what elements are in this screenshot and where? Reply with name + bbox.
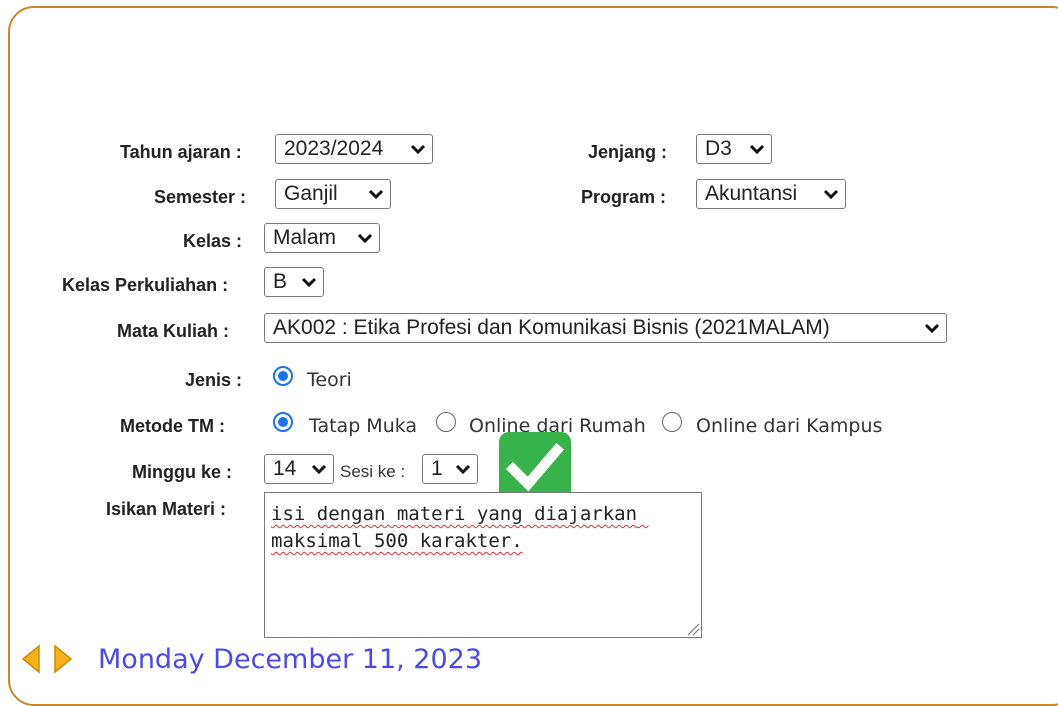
minggu-ke-label: Minggu ke :: [132, 462, 232, 482]
mata-kuliah-value: AK002 : Etika Profesi dan Komunikasi Bis…: [273, 316, 830, 339]
semester-label: Semester :: [154, 187, 247, 207]
radio-online-kampus-label[interactable]: Online dari Kampus: [696, 415, 882, 437]
semester-select[interactable]: Ganjil: [275, 179, 391, 209]
chevron-down-icon: [368, 189, 384, 200]
program-value: Akuntansi: [705, 182, 798, 205]
radio-online-rumah[interactable]: [436, 412, 456, 432]
program-label: Program :: [581, 187, 667, 207]
chevron-down-icon: [410, 144, 426, 155]
kelas-perkuliahan-value: B: [273, 270, 288, 293]
radio-tatap-muka-label[interactable]: Tatap Muka: [309, 415, 417, 437]
kelas-perkuliahan-select[interactable]: B: [264, 267, 324, 297]
minggu-ke-select[interactable]: 14: [264, 454, 334, 484]
sesi-ke-value: 1: [431, 457, 443, 480]
sesi-ke-label: Sesi ke :: [340, 462, 406, 481]
chevron-down-icon: [749, 144, 765, 155]
mata-kuliah-select[interactable]: AK002 : Etika Profesi dan Komunikasi Bis…: [264, 313, 947, 343]
radio-teori[interactable]: [273, 366, 293, 386]
chevron-down-icon: [311, 464, 327, 475]
program-select[interactable]: Akuntansi: [696, 179, 846, 209]
metode-tm-label: Metode TM :: [120, 416, 225, 436]
isikan-materi-label: Isikan Materi :: [106, 499, 227, 519]
materi-textarea[interactable]: isi dengan materi yang diajarkan maksima…: [264, 492, 702, 638]
semester-value: Ganjil: [284, 182, 338, 205]
chevron-down-icon: [357, 233, 373, 244]
chevron-down-icon: [455, 464, 471, 475]
mata-kuliah-label: Mata Kuliah :: [117, 321, 230, 341]
tahun-ajaran-value: 2023/2024: [284, 137, 384, 160]
radio-online-kampus[interactable]: [662, 412, 682, 432]
radio-teori-label[interactable]: Teori: [307, 369, 352, 391]
kelas-select[interactable]: Malam: [264, 223, 380, 253]
jenjang-label: Jenjang :: [588, 142, 668, 162]
arrow-right-icon[interactable]: [52, 644, 74, 674]
chevron-down-icon: [823, 189, 839, 200]
jenjang-select[interactable]: D3: [696, 134, 772, 164]
jenjang-value: D3: [705, 137, 732, 160]
minggu-ke-value: 14: [273, 457, 297, 480]
tahun-ajaran-label: Tahun ajaran :: [120, 142, 242, 162]
kelas-label: Kelas :: [183, 231, 243, 251]
resize-handle-icon[interactable]: [686, 622, 700, 636]
arrow-left-icon[interactable]: [20, 644, 42, 674]
sesi-ke-select[interactable]: 1: [422, 454, 478, 484]
jenis-label: Jenis :: [185, 370, 243, 390]
chevron-down-icon: [301, 277, 317, 288]
current-date: Monday December 11, 2023: [98, 644, 482, 675]
radio-tatap-muka[interactable]: [273, 412, 293, 432]
chevron-down-icon: [924, 323, 940, 334]
tahun-ajaran-select[interactable]: 2023/2024: [275, 134, 433, 164]
kelas-perkuliahan-label: Kelas Perkuliahan :: [62, 275, 229, 295]
materi-textarea-text: isi dengan materi yang diajarkan maksima…: [271, 503, 649, 552]
kelas-value: Malam: [273, 226, 337, 249]
